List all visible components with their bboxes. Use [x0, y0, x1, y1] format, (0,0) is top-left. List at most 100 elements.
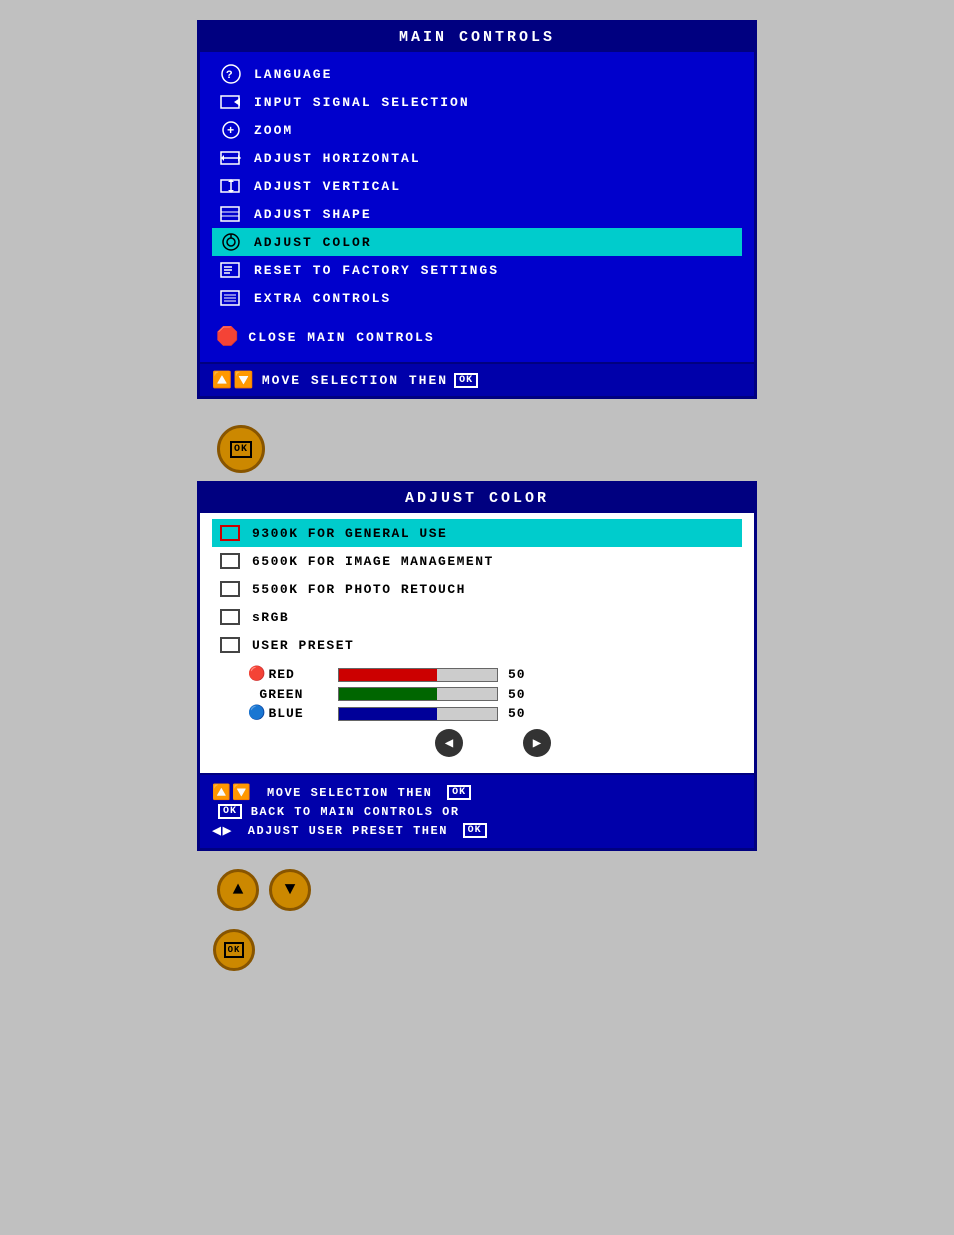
input-signal-icon	[216, 91, 246, 113]
footer-row2-text: BACK TO MAIN CONTROLS OR	[242, 805, 460, 819]
color-footer-row-1: 🔼🔽 MOVE SELECTION THEN OK	[212, 783, 742, 802]
up-arrow-button[interactable]: ▲	[217, 869, 259, 911]
menu-item-zoom-label: ZOOM	[254, 123, 293, 138]
menu-item-language-label: LANGUAGE	[254, 67, 332, 82]
bottom-arrows-container: ▲ ▼	[197, 869, 757, 911]
ok-button-large[interactable]: OK	[217, 425, 265, 473]
footer-nav-icons: 🔼🔽	[212, 370, 256, 390]
color-preset-9300k[interactable]: 9300K FOR GENERAL USE	[212, 519, 742, 547]
color-footer-row-3: ◀▶ ADJUST USER PRESET THEN OK	[212, 821, 742, 840]
preset-5500k-label: 5500K FOR PHOTO RETOUCH	[252, 582, 466, 597]
footer-text: MOVE SELECTION THEN	[262, 373, 448, 388]
menu-item-input-signal[interactable]: INPUT SIGNAL SELECTION	[212, 88, 742, 116]
language-icon: ?	[216, 63, 246, 85]
adjust-vertical-icon	[216, 175, 246, 197]
footer-ok-back: OK	[218, 804, 242, 819]
color-sliders: 🔴 RED 50 ○ GREEN 50	[212, 659, 742, 767]
main-controls-title: MAIN CONTROLS	[200, 23, 754, 52]
red-label: 🔴 RED	[248, 666, 328, 683]
extra-controls-icon	[216, 287, 246, 309]
footer-nav-icon-3: ◀▶	[212, 821, 233, 840]
menu-item-adjust-vertical-label: ADJUST VERTICAL	[254, 179, 401, 194]
adjust-horizontal-icon	[216, 147, 246, 169]
menu-item-language[interactable]: ? LANGUAGE	[212, 60, 742, 88]
preset-srgb-label: sRGB	[252, 610, 289, 625]
red-slider-value: 50	[508, 667, 540, 682]
red-slider-fill	[339, 669, 437, 681]
preset-srgb-icon	[216, 606, 244, 628]
close-icon: 🛑	[216, 326, 240, 348]
menu-item-adjust-shape-label: ADJUST SHAPE	[254, 207, 372, 222]
preset-user-icon	[216, 634, 244, 656]
preset-9300k-label: 9300K FOR GENERAL USE	[252, 526, 447, 541]
preset-6500k-label: 6500K FOR IMAGE MANAGEMENT	[252, 554, 494, 569]
blue-slider-track[interactable]	[338, 707, 498, 721]
ok-button-between: OK	[197, 425, 757, 473]
blue-slider-row: 🔵 BLUE 50	[248, 705, 738, 722]
menu-item-reset-factory-label: RESET TO FACTORY SETTINGS	[254, 263, 499, 278]
menu-item-reset-factory[interactable]: RESET TO FACTORY SETTINGS	[212, 256, 742, 284]
menu-item-adjust-horizontal[interactable]: ADJUST HORIZONTAL	[212, 144, 742, 172]
menu-item-input-signal-label: INPUT SIGNAL SELECTION	[254, 95, 470, 110]
red-label-text: RED	[268, 667, 294, 682]
blue-label: 🔵 BLUE	[248, 705, 328, 722]
adjust-color-title: ADJUST COLOR	[200, 484, 754, 513]
reset-factory-icon	[216, 259, 246, 281]
red-slider-row: 🔴 RED 50	[248, 666, 738, 683]
blue-label-text: BLUE	[268, 706, 303, 721]
color-preset-5500k[interactable]: 5500K FOR PHOTO RETOUCH	[212, 575, 742, 603]
red-slider-track[interactable]	[338, 668, 498, 682]
blue-slider-fill	[339, 708, 437, 720]
main-controls-panel: MAIN CONTROLS ? LANGUAGE INPUT SIGNAL SE…	[197, 20, 757, 399]
down-arrow-label: ▼	[285, 880, 296, 900]
green-slider-fill	[339, 688, 437, 700]
bottom-ok-button[interactable]: OK	[213, 929, 255, 971]
menu-item-adjust-vertical[interactable]: ADJUST VERTICAL	[212, 172, 742, 200]
color-preset-6500k[interactable]: 6500K FOR IMAGE MANAGEMENT	[212, 547, 742, 575]
color-preset-srgb[interactable]: sRGB	[212, 603, 742, 631]
menu-item-extra-controls-label: EXTRA CONTROLS	[254, 291, 391, 306]
blue-circle-icon: 🔵	[248, 705, 266, 722]
down-arrow-button[interactable]: ▼	[269, 869, 311, 911]
svg-text:?: ?	[226, 70, 235, 82]
bottom-ok-container: OK	[197, 929, 757, 971]
green-label-text: GREEN	[259, 687, 303, 702]
slider-arrow-row: ◀ ▶	[248, 725, 738, 763]
menu-item-extra-controls[interactable]: EXTRA CONTROLS	[212, 284, 742, 312]
menu-item-adjust-color-label: ADJUST COLOR	[254, 235, 372, 250]
blue-slider-value: 50	[508, 706, 540, 721]
menu-item-zoom[interactable]: + ZOOM	[212, 116, 742, 144]
footer-row1-text: MOVE SELECTION THEN	[258, 786, 441, 800]
adjust-color-icon	[216, 231, 246, 253]
footer-ok-3: OK	[463, 823, 487, 838]
svg-text:+: +	[227, 124, 236, 138]
color-panel-footer: 🔼🔽 MOVE SELECTION THEN OK OK BACK TO MAI…	[200, 775, 754, 848]
footer-row3-text: ADJUST USER PRESET THEN	[239, 824, 457, 838]
footer-nav-icon-1: 🔼🔽	[212, 783, 252, 802]
zoom-icon: +	[216, 119, 246, 141]
footer-ok-badge: OK	[454, 373, 478, 388]
green-slider-row: ○ GREEN 50	[248, 686, 738, 702]
preset-6500k-icon	[216, 550, 244, 572]
color-preset-user[interactable]: USER PRESET	[212, 631, 742, 659]
adjust-color-panel: ADJUST COLOR 9300K FOR GENERAL USE 6500K…	[197, 481, 757, 851]
main-controls-body: ? LANGUAGE INPUT SIGNAL SELECTION + ZOOM…	[200, 52, 754, 362]
color-footer-row-2: OK BACK TO MAIN CONTROLS OR	[212, 804, 742, 819]
green-slider-value: 50	[508, 687, 540, 702]
close-main-controls-label: CLOSE MAIN CONTROLS	[248, 330, 434, 345]
main-controls-footer: 🔼🔽 MOVE SELECTION THEN OK	[200, 362, 754, 396]
footer-ok-1: OK	[447, 785, 471, 800]
preset-9300k-icon	[216, 522, 244, 544]
preset-user-label: USER PRESET	[252, 638, 354, 653]
menu-item-adjust-shape[interactable]: ADJUST SHAPE	[212, 200, 742, 228]
ok-button-label: OK	[230, 441, 252, 458]
green-slider-track[interactable]	[338, 687, 498, 701]
slider-left-arrow[interactable]: ◀	[435, 729, 463, 757]
preset-5500k-icon	[216, 578, 244, 600]
slider-right-arrow[interactable]: ▶	[523, 729, 551, 757]
green-label: ○ GREEN	[248, 686, 328, 702]
close-main-controls[interactable]: 🛑 CLOSE MAIN CONTROLS	[212, 320, 742, 354]
color-panel-body: 9300K FOR GENERAL USE 6500K FOR IMAGE MA…	[200, 513, 754, 775]
menu-item-adjust-color[interactable]: ADJUST COLOR	[212, 228, 742, 256]
red-circle-icon: 🔴	[248, 666, 266, 683]
